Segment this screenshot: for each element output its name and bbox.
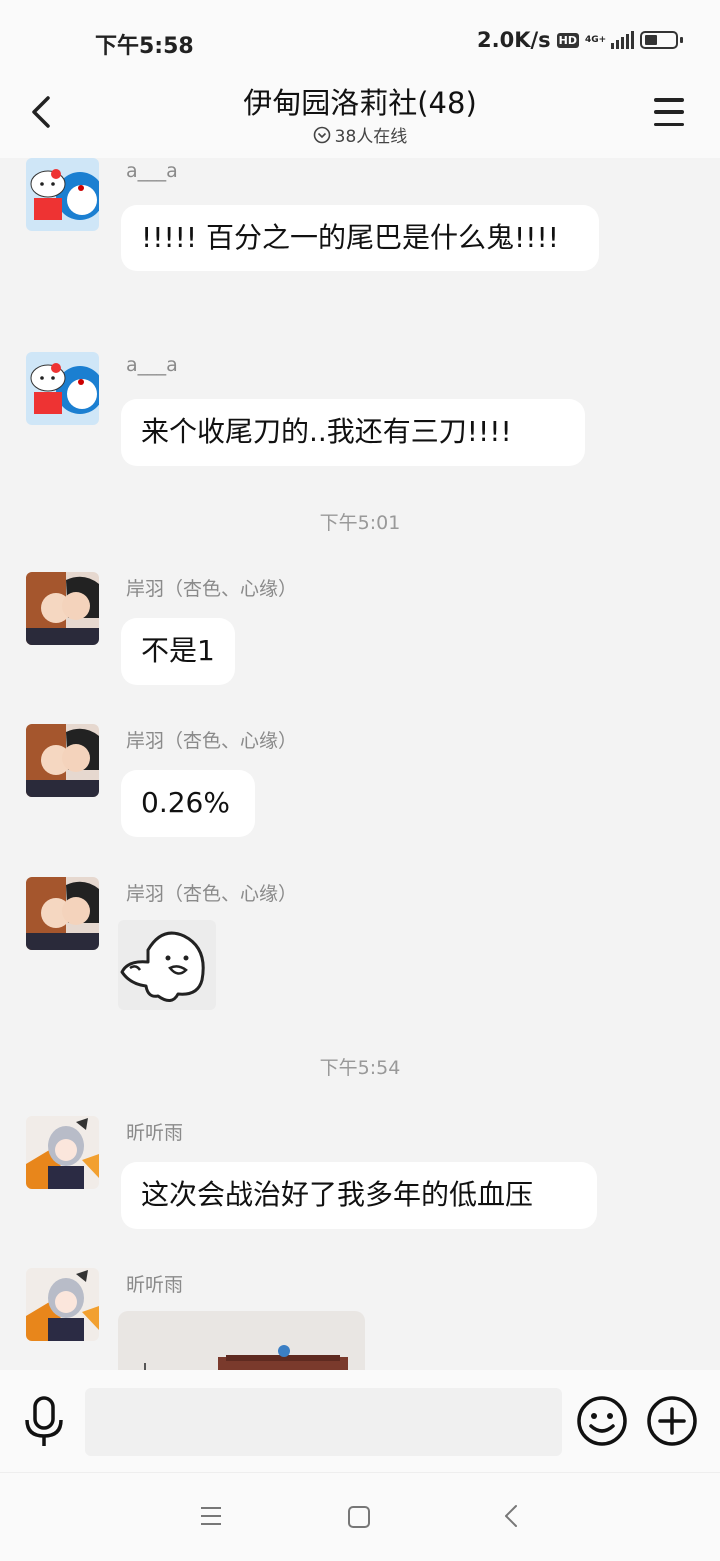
timestamp: 下午5:54 [319, 1057, 401, 1079]
sender-name: 昕听雨 [126, 1122, 184, 1144]
system-nav-bar [0, 1472, 720, 1561]
battery-level [645, 35, 657, 45]
status-time: 下午5:58 [95, 34, 194, 59]
message-bubble[interactable]: 来个收尾刀的..我还有三刀!!!! [121, 399, 585, 466]
avatar[interactable] [26, 572, 99, 645]
sender-name: 岸羽（杏色、心缘） [126, 883, 298, 905]
net-speed: 2.0K/s [477, 28, 551, 52]
message-bubble[interactable]: 不是1 [121, 618, 235, 685]
ghost-doodle-sticker[interactable] [118, 920, 216, 1010]
message-list[interactable]: a___a !!!!! 百分之一的尾巴是什么鬼!!!! a___a 来个收尾刀的… [0, 158, 720, 1370]
nav-menu-icon [201, 1507, 221, 1525]
input-bar [0, 1370, 720, 1472]
message-bubble[interactable]: 0.26% [121, 770, 255, 837]
nav-back-button[interactable] [500, 1503, 524, 1529]
menu-button[interactable] [654, 98, 684, 126]
online-status[interactable]: 38人在线 [0, 122, 720, 147]
avatar[interactable] [26, 1268, 99, 1341]
avatar[interactable] [26, 352, 99, 425]
microphone-icon [25, 1396, 63, 1446]
avatar[interactable] [26, 1116, 99, 1189]
chat-header: 伊甸园洛莉社(48) 38人在线 [0, 80, 720, 158]
avatar[interactable] [26, 877, 99, 950]
more-button[interactable] [646, 1395, 698, 1447]
nav-home-icon [348, 1506, 370, 1528]
status-bar: 下午5:58 2.0K/s HD 4G+ [0, 0, 720, 80]
message-bubble[interactable]: !!!!! 百分之一的尾巴是什么鬼!!!! [121, 205, 599, 271]
sender-name: 岸羽（杏色、心缘） [126, 730, 298, 752]
nav-back-icon [505, 1505, 517, 1527]
emoji-button[interactable] [576, 1395, 628, 1447]
menu-icon [654, 98, 684, 102]
avatar[interactable] [26, 724, 99, 797]
online-check-icon [313, 126, 330, 143]
sender-name: 昕听雨 [126, 1274, 184, 1296]
voice-button[interactable] [22, 1396, 66, 1448]
group-title: 伊甸园洛莉社(48) [243, 86, 477, 120]
emoji-icon [577, 1396, 627, 1446]
plus-icon [647, 1396, 697, 1446]
avatar[interactable] [26, 158, 99, 231]
timestamp: 下午5:01 [319, 512, 401, 534]
battery-icon [640, 31, 683, 49]
nav-home-button[interactable] [347, 1505, 371, 1529]
sender-name: a___a [126, 354, 178, 376]
nav-menu-button[interactable] [198, 1503, 224, 1529]
photo-preview[interactable] [118, 1311, 365, 1370]
signal-icon [611, 31, 634, 49]
hd-badge: HD [556, 32, 579, 48]
message-bubble[interactable]: 这次会战治好了我多年的低血压 [121, 1162, 597, 1229]
sender-name: 岸羽（杏色、心缘） [126, 578, 298, 600]
message-input[interactable] [85, 1388, 562, 1456]
online-count: 38人在线 [334, 127, 408, 147]
status-icons: 2.0K/s HD 4G+ [477, 28, 683, 52]
network-type: 4G+ [585, 34, 607, 45]
sender-name: a___a [126, 160, 178, 182]
